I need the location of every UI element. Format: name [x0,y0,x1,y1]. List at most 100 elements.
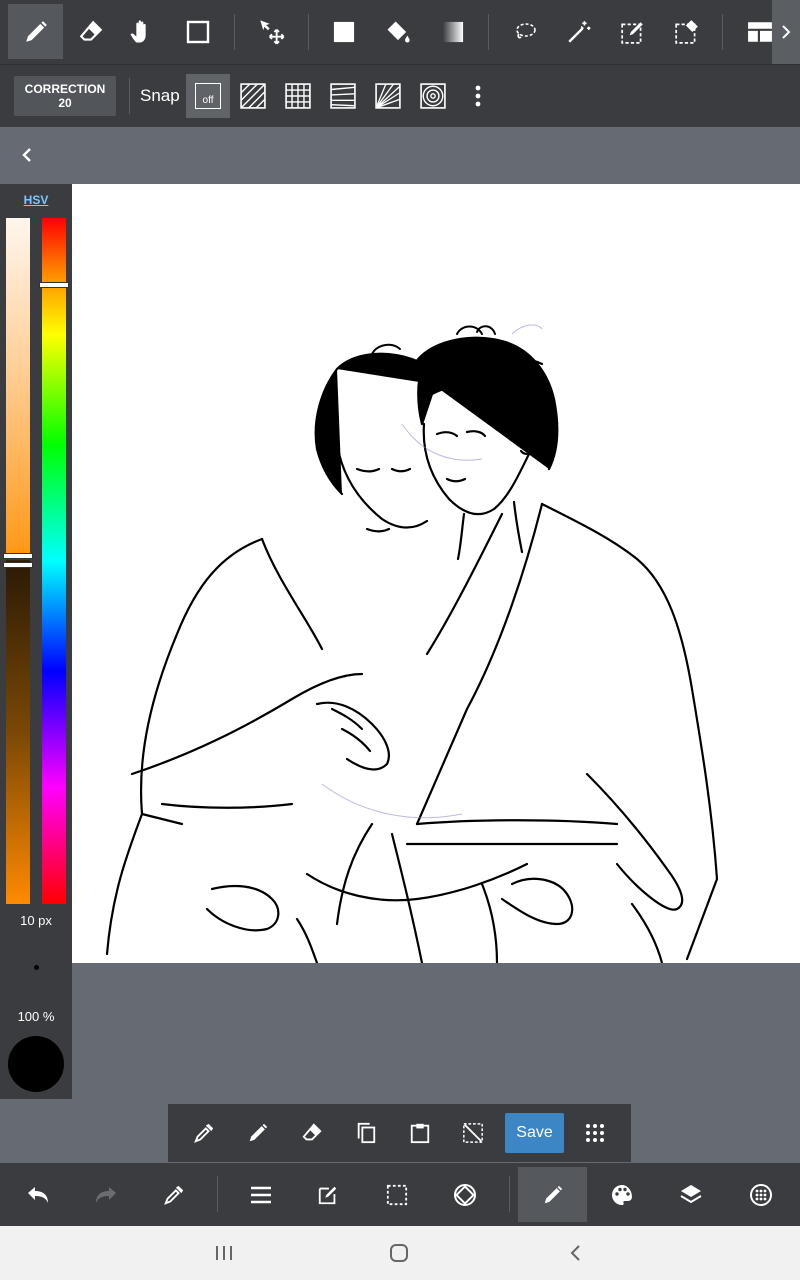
rotate-canvas-icon [454,1184,476,1206]
lasso-icon [515,22,536,38]
redo-icon [96,1187,116,1203]
transform-button[interactable] [445,1175,485,1215]
edit-icon [318,1186,337,1205]
main-toolbar [0,0,800,64]
gradient-icon [442,21,463,42]
recent-apps-icon [216,1246,232,1260]
bottom-eyedropper-button[interactable] [154,1175,194,1215]
quick-pen-button[interactable] [240,1115,276,1151]
undo-icon [28,1187,48,1203]
eyedropper-button[interactable] [186,1115,222,1151]
hand-tool-button[interactable] [113,4,168,59]
correction-value: 20 [58,96,72,110]
paste-icon [410,1123,430,1144]
current-color-swatch[interactable] [8,1036,64,1092]
home-button[interactable] [379,1236,419,1270]
snap-label: Snap [140,86,180,105]
eyedropper-icon [194,1123,214,1143]
gradient-tool-button[interactable] [425,4,480,59]
fill-rect-tool-button[interactable] [316,4,371,59]
back-button[interactable] [555,1236,595,1270]
eraser-tool-button[interactable] [63,4,118,59]
rectangle-select-tool-button[interactable] [170,4,225,59]
toolbar-divider [234,14,235,50]
copy-icon [357,1122,376,1144]
eraser-icon [79,20,102,41]
saturation-handle[interactable] [3,553,33,559]
magic-wand-icon [567,20,590,43]
drawing-canvas[interactable] [72,184,800,963]
toolbar-divider [308,14,309,50]
chevron-right-icon [782,25,791,39]
home-icon [390,1244,408,1262]
snap-radial-button[interactable] [366,74,410,118]
back-chevron-icon [570,1245,580,1261]
filled-square-icon [333,21,354,42]
pen-tool-button[interactable] [8,4,63,59]
save-button[interactable]: Save [505,1113,564,1153]
correction-label: CORRECTION [24,82,106,96]
lasso-tool-button[interactable] [497,4,552,59]
move-tool-button[interactable] [244,4,299,59]
hsv-mode-link[interactable]: HSV [0,193,72,207]
edit-button[interactable] [308,1175,348,1215]
palette-icon [612,1185,632,1205]
opacity-label[interactable]: 100 % [0,1009,72,1024]
brush-size-preview [34,965,39,970]
toolbar-scroll-right[interactable] [772,0,800,64]
rectangle-icon [186,20,209,43]
deselect-icon [463,1123,483,1143]
collapse-panel-button[interactable] [10,138,44,172]
snap-concentric-button[interactable] [411,74,455,118]
hand-icon [130,19,146,42]
copy-button[interactable] [348,1115,384,1151]
hue-slider[interactable] [42,218,66,904]
deselect-button[interactable] [455,1115,491,1151]
saturation-value-slider[interactable] [6,218,30,904]
recent-apps-button[interactable] [204,1236,244,1270]
snap-perspective-button[interactable] [321,74,365,118]
redo-button[interactable] [86,1175,126,1215]
pen-icon [544,1185,562,1203]
magic-wand-tool-button[interactable] [551,4,606,59]
snap-off-button[interactable]: off [186,74,230,118]
value-handle[interactable] [3,562,33,568]
pen-icon [249,1123,268,1142]
color-palette-button[interactable] [602,1175,642,1215]
brush-panel-button[interactable] [518,1167,587,1222]
menu-button[interactable] [241,1175,281,1215]
selection-icon [386,1184,408,1206]
brush-size-label[interactable]: 10 px [0,913,72,928]
snap-off-text: off [202,95,214,106]
undo-button[interactable] [18,1175,58,1215]
more-options-button[interactable] [464,74,492,118]
snap-off-icon: off [195,83,221,109]
snap-grid-icon [285,83,311,109]
select-eraser-tool-button[interactable] [659,4,714,59]
layers-icon [680,1185,702,1204]
more-vertical-icon [475,85,481,107]
select-pen-tool-button[interactable] [605,4,660,59]
dots-grid-icon [586,1124,604,1142]
snap-parallel-button[interactable] [231,74,275,118]
hue-handle[interactable] [39,282,69,288]
paste-button[interactable] [402,1115,438,1151]
settings-button[interactable] [741,1175,781,1215]
snap-parallel-icon [240,83,266,109]
grid-menu-button[interactable] [577,1115,613,1151]
toolbar-divider [488,14,489,50]
snap-concentric-icon [420,83,446,109]
layers-button[interactable] [671,1175,711,1215]
eyedropper-icon [164,1185,184,1205]
correction-button[interactable]: CORRECTION 20 [14,76,116,116]
eraser-icon [302,1123,322,1141]
hamburger-icon [251,1186,271,1204]
snap-grid-button[interactable] [276,74,320,118]
selection-button[interactable] [377,1175,417,1215]
snap-radial-icon [375,83,401,109]
lineart-illustration [105,324,719,963]
dots-circle-icon [750,1184,772,1206]
chevron-left-icon [22,148,31,162]
bucket-tool-button[interactable] [370,4,425,59]
quick-eraser-button[interactable] [294,1115,330,1151]
